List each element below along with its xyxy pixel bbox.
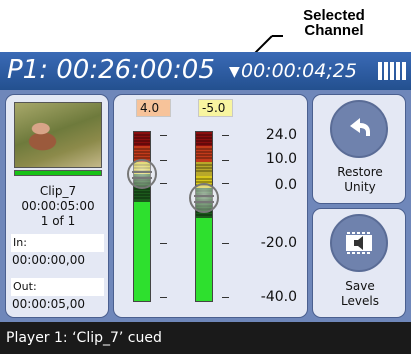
right-level-value: -5.0 [198, 99, 233, 117]
scale-label: 24.0 [265, 127, 297, 143]
left-tick [160, 160, 167, 161]
right-tick [222, 183, 229, 184]
remaining-down-arrow-icon: ▼ [229, 64, 240, 80]
right-tick [222, 135, 229, 136]
scale-label: 0.0 [274, 177, 297, 193]
scale-label: 10.0 [265, 151, 297, 167]
clip-progress-fill [15, 171, 101, 175]
scale-label: -40.0 [260, 289, 297, 305]
right-meter-bars [196, 132, 212, 301]
in-point[interactable]: In: 00:00:00,00 [11, 234, 104, 270]
save-levels-button[interactable]: Save Levels [312, 208, 406, 318]
status-bar: Player 1: ‘Clip_7’ cued [0, 322, 411, 354]
left-fader-knob[interactable] [127, 159, 157, 189]
clip-count: 1 of 1 [40, 214, 76, 228]
left-channel-meter[interactable] [133, 131, 151, 302]
left-meter-bars [134, 132, 150, 301]
undo-arrow-icon [330, 100, 388, 158]
in-value: 00:00:00,00 [12, 253, 85, 267]
left-tick [160, 183, 167, 184]
audio-levels-panel: 4.0 -5.0 24.0 10.0 0.0 -20.0 -40.0 [113, 94, 308, 318]
left-tick [160, 297, 167, 298]
clip-progress-bar [14, 170, 102, 176]
clip-duration: 00:00:05:00 [21, 199, 95, 213]
right-fader-knob[interactable] [189, 183, 219, 213]
left-tick [160, 135, 167, 136]
title-bar: P1: 00:26:00:05 ▼ 00:00:04;25 [0, 52, 411, 90]
clip-thumbnail[interactable] [14, 102, 102, 168]
left-level-value: 4.0 [136, 99, 171, 117]
right-tick [222, 297, 229, 298]
right-tick [222, 160, 229, 161]
out-point[interactable]: Out: 00:00:05,00 [11, 278, 104, 314]
remaining-time: 00:00:04;25 [241, 60, 357, 82]
restore-unity-button[interactable]: Restore Unity [312, 94, 406, 204]
in-label: In: [11, 234, 104, 252]
clip-name: Clip_7 [39, 184, 77, 198]
out-value: 00:00:05,00 [12, 297, 85, 311]
right-channel-meter[interactable] [195, 131, 213, 302]
clip-panel: Clip_7 00:00:05:00 1 of 1 In: 00:00:00,0… [5, 94, 109, 318]
out-label: Out: [11, 278, 104, 296]
save-levels-label: Save Levels [341, 279, 379, 308]
right-tick [222, 243, 229, 244]
timecode: P1: 00:26:00:05 [7, 55, 215, 85]
speaker-film-icon [330, 214, 388, 272]
battery-icon [378, 62, 411, 80]
status-text: Player 1: ‘Clip_7’ cued [6, 330, 162, 346]
left-tick [160, 243, 167, 244]
scale-label: -20.0 [260, 235, 297, 251]
main-area: Clip_7 00:00:05:00 1 of 1 In: 00:00:00,0… [0, 90, 411, 322]
restore-unity-label: Restore Unity [337, 165, 383, 194]
